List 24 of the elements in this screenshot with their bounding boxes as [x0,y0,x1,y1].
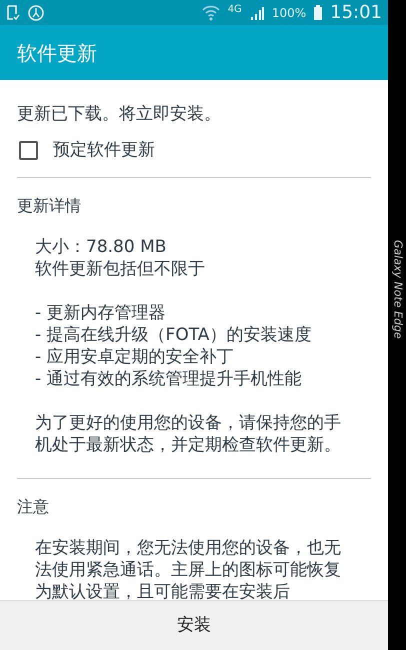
install-button[interactable]: 安装 [0,601,388,650]
network-type: 4G [228,3,242,17]
checkbox-label[interactable]: 预定软件更新 [53,138,155,163]
clock-time: 15:01 [330,1,382,25]
status-message: 更新已下载。将立即安装。 [17,103,222,126]
clock-icon [28,4,44,20]
signal-icon [250,6,264,20]
battery-percent: 100% [272,4,306,22]
body-text: - 提高在线升级（FOTA）的安装速度 [35,324,312,346]
body-text: - 更新内存管理器 [35,302,167,324]
body-text: - 应用安卓定期的安全补丁 [35,346,235,368]
body-text: 软件更新包括但不限于 [35,258,206,280]
body-text: 大小：78.80 MB [35,236,168,258]
notification-icon [6,4,20,20]
body-text: 在安装期间，您无法使用您的设备，也无法使用紧急通话。主屏上的图标可能恢复为默认设置，且可能需要在安装后 [35,537,342,600]
screen-title: 软件更新 [17,40,97,66]
wifi-icon [202,4,220,20]
body-text: - 通过有效的系统管理提升手机性能 [35,368,303,390]
battery-icon [314,5,322,20]
section-heading: 注意 [17,496,50,518]
edge-label: Galaxy Note Edge [390,240,406,341]
checkbox[interactable] [19,140,38,160]
section-heading: 更新详情 [17,195,82,217]
body-text: 为了更好的使用您的设备，请保持您的手机处于最新状态，并定期检查软件更新。 [35,412,342,456]
